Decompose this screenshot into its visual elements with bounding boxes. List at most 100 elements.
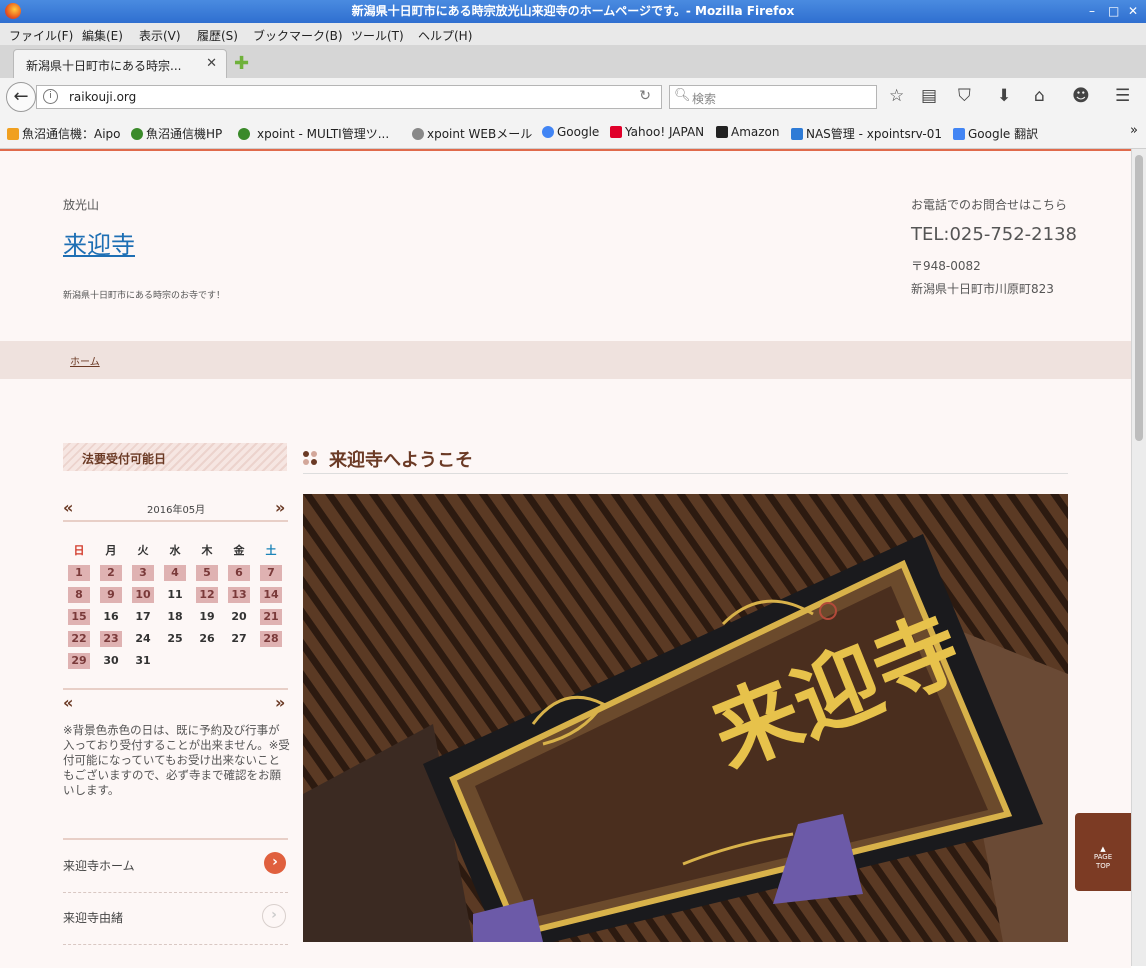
calendar-day[interactable]: 2: [100, 565, 122, 581]
calendar-next-button[interactable]: »: [275, 498, 285, 517]
download-icon[interactable]: ⬇: [997, 86, 1011, 106]
maximize-button[interactable]: □: [1108, 0, 1119, 23]
tab-strip: 新潟県十日町市にある時宗... ✕ ✚: [0, 45, 1146, 79]
calendar-day[interactable]: 30: [100, 653, 122, 669]
calendar-day[interactable]: 1: [68, 565, 90, 581]
calendar-day[interactable]: 9: [100, 587, 122, 603]
calendar-day[interactable]: 11: [164, 587, 186, 603]
calendar-day[interactable]: 5: [196, 565, 218, 581]
calendar-day[interactable]: 4: [164, 565, 186, 581]
calendar-day[interactable]: 26: [196, 631, 218, 647]
dsm-icon: [791, 128, 803, 140]
calendar-next-button-bottom[interactable]: »: [275, 693, 285, 712]
menu-view[interactable]: 表示(V): [139, 27, 181, 44]
calendar-day[interactable]: 25: [164, 631, 186, 647]
calendar-day[interactable]: 3: [132, 565, 154, 581]
tab-title: 新潟県十日町市にある時宗...: [26, 59, 182, 73]
menu-history[interactable]: 履歴(S): [197, 27, 238, 44]
postal-code: 〒948-0082: [911, 259, 981, 273]
calendar-day[interactable]: 7: [260, 565, 282, 581]
reload-icon[interactable]: ↻: [639, 88, 651, 104]
sidebar-item-history[interactable]: 来迎寺由緒 ›: [63, 892, 288, 945]
calendar-day[interactable]: 24: [132, 631, 154, 647]
scrollbar-thumb[interactable]: [1135, 155, 1143, 441]
bookmark-uonuma-hp[interactable]: 魚沼通信機HP: [131, 125, 222, 142]
bookmark-google-translate[interactable]: Google 翻訳: [953, 125, 1038, 142]
calendar-day[interactable]: 28: [260, 631, 282, 647]
calendar-prev-button-bottom[interactable]: «: [63, 693, 73, 712]
hamburger-menu-icon[interactable]: ☰: [1115, 86, 1130, 106]
site-tagline: 新潟県十日町市にある時宗のお寺です！: [63, 291, 226, 301]
calendar-day[interactable]: 27: [228, 631, 250, 647]
page-scrollbar[interactable]: [1131, 149, 1146, 966]
calendar-day[interactable]: 22: [68, 631, 90, 647]
nav-home-link[interactable]: ホーム: [70, 353, 100, 368]
menu-file[interactable]: ファイル(F): [9, 27, 73, 44]
calendar-divider: [63, 520, 288, 522]
heading-underline: [303, 473, 1068, 474]
calendar-day[interactable]: 19: [196, 609, 218, 625]
calendar-note: ※背景色赤色の日は、既に予約及び行事が入っており受付することが出来ません。※受付…: [63, 723, 290, 797]
site-info-icon[interactable]: i: [43, 89, 58, 104]
menu-help[interactable]: ヘルプ(H): [418, 27, 472, 44]
page-top-button[interactable]: ▲ PAGE TOP: [1075, 813, 1131, 891]
calendar-day[interactable]: 18: [164, 609, 186, 625]
calendar-day[interactable]: 21: [260, 609, 282, 625]
bookmark-nas-admin[interactable]: NAS管理 - xpointsrv-01: [791, 125, 942, 142]
bookmark-xpoint-multi[interactable]: xpoint - MULTI管理ツ...: [238, 125, 389, 142]
minimize-button[interactable]: –: [1089, 0, 1095, 23]
calendar-day[interactable]: 14: [260, 587, 282, 603]
calendar-day[interactable]: 15: [68, 609, 90, 625]
calendar-day[interactable]: 17: [132, 609, 154, 625]
heading-dots-icon: [303, 451, 317, 467]
calendar-day[interactable]: 12: [196, 587, 218, 603]
new-tab-icon[interactable]: ✚: [234, 53, 249, 74]
calendar-weekday: 木: [201, 544, 213, 557]
google-translate-icon: [953, 128, 965, 140]
contact-label: お電話でのお問合せはこちら: [911, 198, 1068, 212]
close-window-button[interactable]: ✕: [1128, 0, 1138, 23]
bookmark-yahoo-japan[interactable]: Yahoo! JAPAN: [610, 125, 704, 139]
main-heading: 来迎寺へようこそ: [329, 450, 473, 471]
bookmark-amazon[interactable]: Amazon: [716, 125, 780, 139]
reading-list-icon[interactable]: ▤: [921, 86, 937, 106]
menu-bookmarks[interactable]: ブックマーク(B): [253, 27, 343, 44]
calendar-day[interactable]: 20: [228, 609, 250, 625]
sidebar-item-label: 来迎寺由緒: [63, 911, 124, 925]
home-icon[interactable]: ⌂: [1034, 86, 1045, 106]
url-text[interactable]: raikouji.org: [69, 90, 136, 104]
calendar-day[interactable]: 13: [228, 587, 250, 603]
sidebar-item-home[interactable]: 来迎寺ホーム ›: [63, 840, 288, 893]
calendar-day[interactable]: 10: [132, 587, 154, 603]
url-bar[interactable]: i raikouji.org ↻: [36, 85, 662, 109]
pocket-icon[interactable]: ⛉: [958, 86, 971, 106]
calendar-day[interactable]: 31: [132, 653, 154, 669]
globe-icon: [412, 128, 424, 140]
menu-edit[interactable]: 編集(E): [82, 27, 123, 44]
uonuma-icon: [131, 128, 143, 140]
back-button[interactable]: ←: [6, 82, 36, 112]
close-tab-icon[interactable]: ✕: [206, 56, 217, 71]
hello-icon[interactable]: ☻: [1072, 86, 1090, 106]
tab-active[interactable]: 新潟県十日町市にある時宗... ✕: [13, 49, 227, 79]
calendar-prev-button[interactable]: «: [63, 498, 73, 517]
bookmark-aipo[interactable]: 魚沼通信機：Aipo: [7, 125, 121, 142]
up-arrow-icon: ▲: [1100, 845, 1106, 853]
calendar-divider-bottom: [63, 688, 288, 690]
bookmark-google[interactable]: Google: [542, 125, 599, 139]
bookmarks-overflow-icon[interactable]: »: [1130, 123, 1138, 138]
calendar-day[interactable]: 16: [100, 609, 122, 625]
bookmark-star-icon[interactable]: ☆: [889, 86, 904, 106]
calendar-day[interactable]: 29: [68, 653, 90, 669]
menu-tools[interactable]: ツール(T): [351, 27, 404, 44]
calendar-day[interactable]: 8: [68, 587, 90, 603]
page-top-label-1: PAGE: [1093, 853, 1113, 861]
bookmark-xpoint-webmail[interactable]: xpoint WEBメール: [412, 125, 532, 142]
bookmarks-toolbar: 魚沼通信機：Aipo 魚沼通信機HP xpoint - MULTI管理ツ... …: [0, 116, 1146, 149]
calendar-day[interactable]: 23: [100, 631, 122, 647]
page-top-label-2: TOP: [1095, 862, 1110, 870]
xpoint-icon: [238, 128, 250, 140]
site-title-link[interactable]: 来迎寺: [63, 225, 135, 260]
search-input[interactable]: 🔍︎ 検索: [669, 85, 877, 109]
calendar-day[interactable]: 6: [228, 565, 250, 581]
